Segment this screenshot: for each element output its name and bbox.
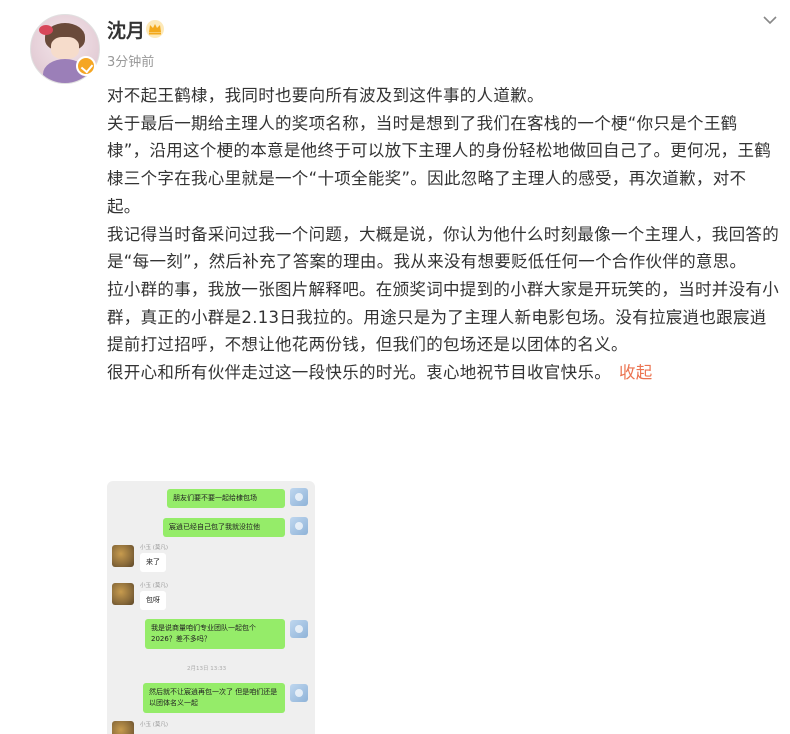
- chat-bubble: 我是说商量咱们专业团队一起包个2026？差不多吗？: [145, 619, 285, 649]
- chat-avatar-self: [290, 488, 308, 506]
- paragraph-text: 很开心和所有伙伴走过这一段快乐的时光。衷心地祝节目收官快乐。: [107, 363, 611, 383]
- avatar-face: [51, 37, 79, 59]
- chat-avatar-self: [290, 517, 308, 535]
- crown-icon: [146, 20, 164, 38]
- chat-bubble: 朋友们要不要一起给棣包场: [167, 489, 285, 508]
- chat-nickname: 小玉 (莫凡): [140, 545, 169, 551]
- paragraph: 关于最后一期给主理人的奖项名称，当时是想到了我们在客栈的一个梗“你只是个王鹤棣”…: [107, 113, 772, 216]
- chat-avatar-other: [112, 545, 134, 567]
- collapse-link[interactable]: 收起: [619, 363, 653, 382]
- chevron-down-icon[interactable]: [762, 12, 778, 28]
- verified-badge-icon: [76, 56, 96, 76]
- chat-avatar-other: [112, 721, 134, 734]
- chat-bubble: 宸逍已经自己包了我就没拉他: [163, 518, 285, 537]
- chat-avatar-self: [290, 684, 308, 702]
- username[interactable]: 沈月: [107, 16, 145, 43]
- chat-bubble: 包呀: [140, 591, 166, 610]
- chat-nickname: 小玉 (莫凡): [140, 722, 169, 728]
- post-time[interactable]: 3分钟前: [107, 51, 154, 70]
- chat-bubble: 然后就不让宸逍再包一次了 但是咱们还是以团体名义一起: [143, 683, 285, 713]
- chat-avatar-self: [290, 620, 308, 638]
- post-body: 对不起王鹤棣，我同时也要向所有波及到这件事的人道歉。 关于最后一期给主理人的奖项…: [107, 82, 779, 387]
- chat-nickname: 小玉 (莫凡): [140, 583, 169, 589]
- chat-timestamp: 2月13日 13:33: [187, 666, 227, 672]
- avatar-bow: [39, 25, 53, 35]
- paragraph: 很开心和所有伙伴走过这一段快乐的时光。衷心地祝节目收官快乐。 收起: [107, 359, 779, 387]
- paragraph: 对不起王鹤棣，我同时也要向所有波及到这件事的人道歉。: [107, 86, 544, 105]
- paragraph: 拉小群的事，我放一张图片解释吧。在颁奖词中提到的小群大家是开玩笑的，当时并没有小…: [107, 279, 779, 355]
- paragraph: 我记得当时备采问过我一个问题，大概是说，你认为他什么时刻最像一个主理人，我回答的…: [107, 224, 779, 272]
- chat-avatar-other: [112, 583, 134, 605]
- attached-image-chat-screenshot[interactable]: 朋友们要不要一起给棣包场 宸逍已经自己包了我就没拉他 小玉 (莫凡) 来了 小玉…: [107, 481, 315, 734]
- chat-bubble: 来了: [140, 553, 166, 572]
